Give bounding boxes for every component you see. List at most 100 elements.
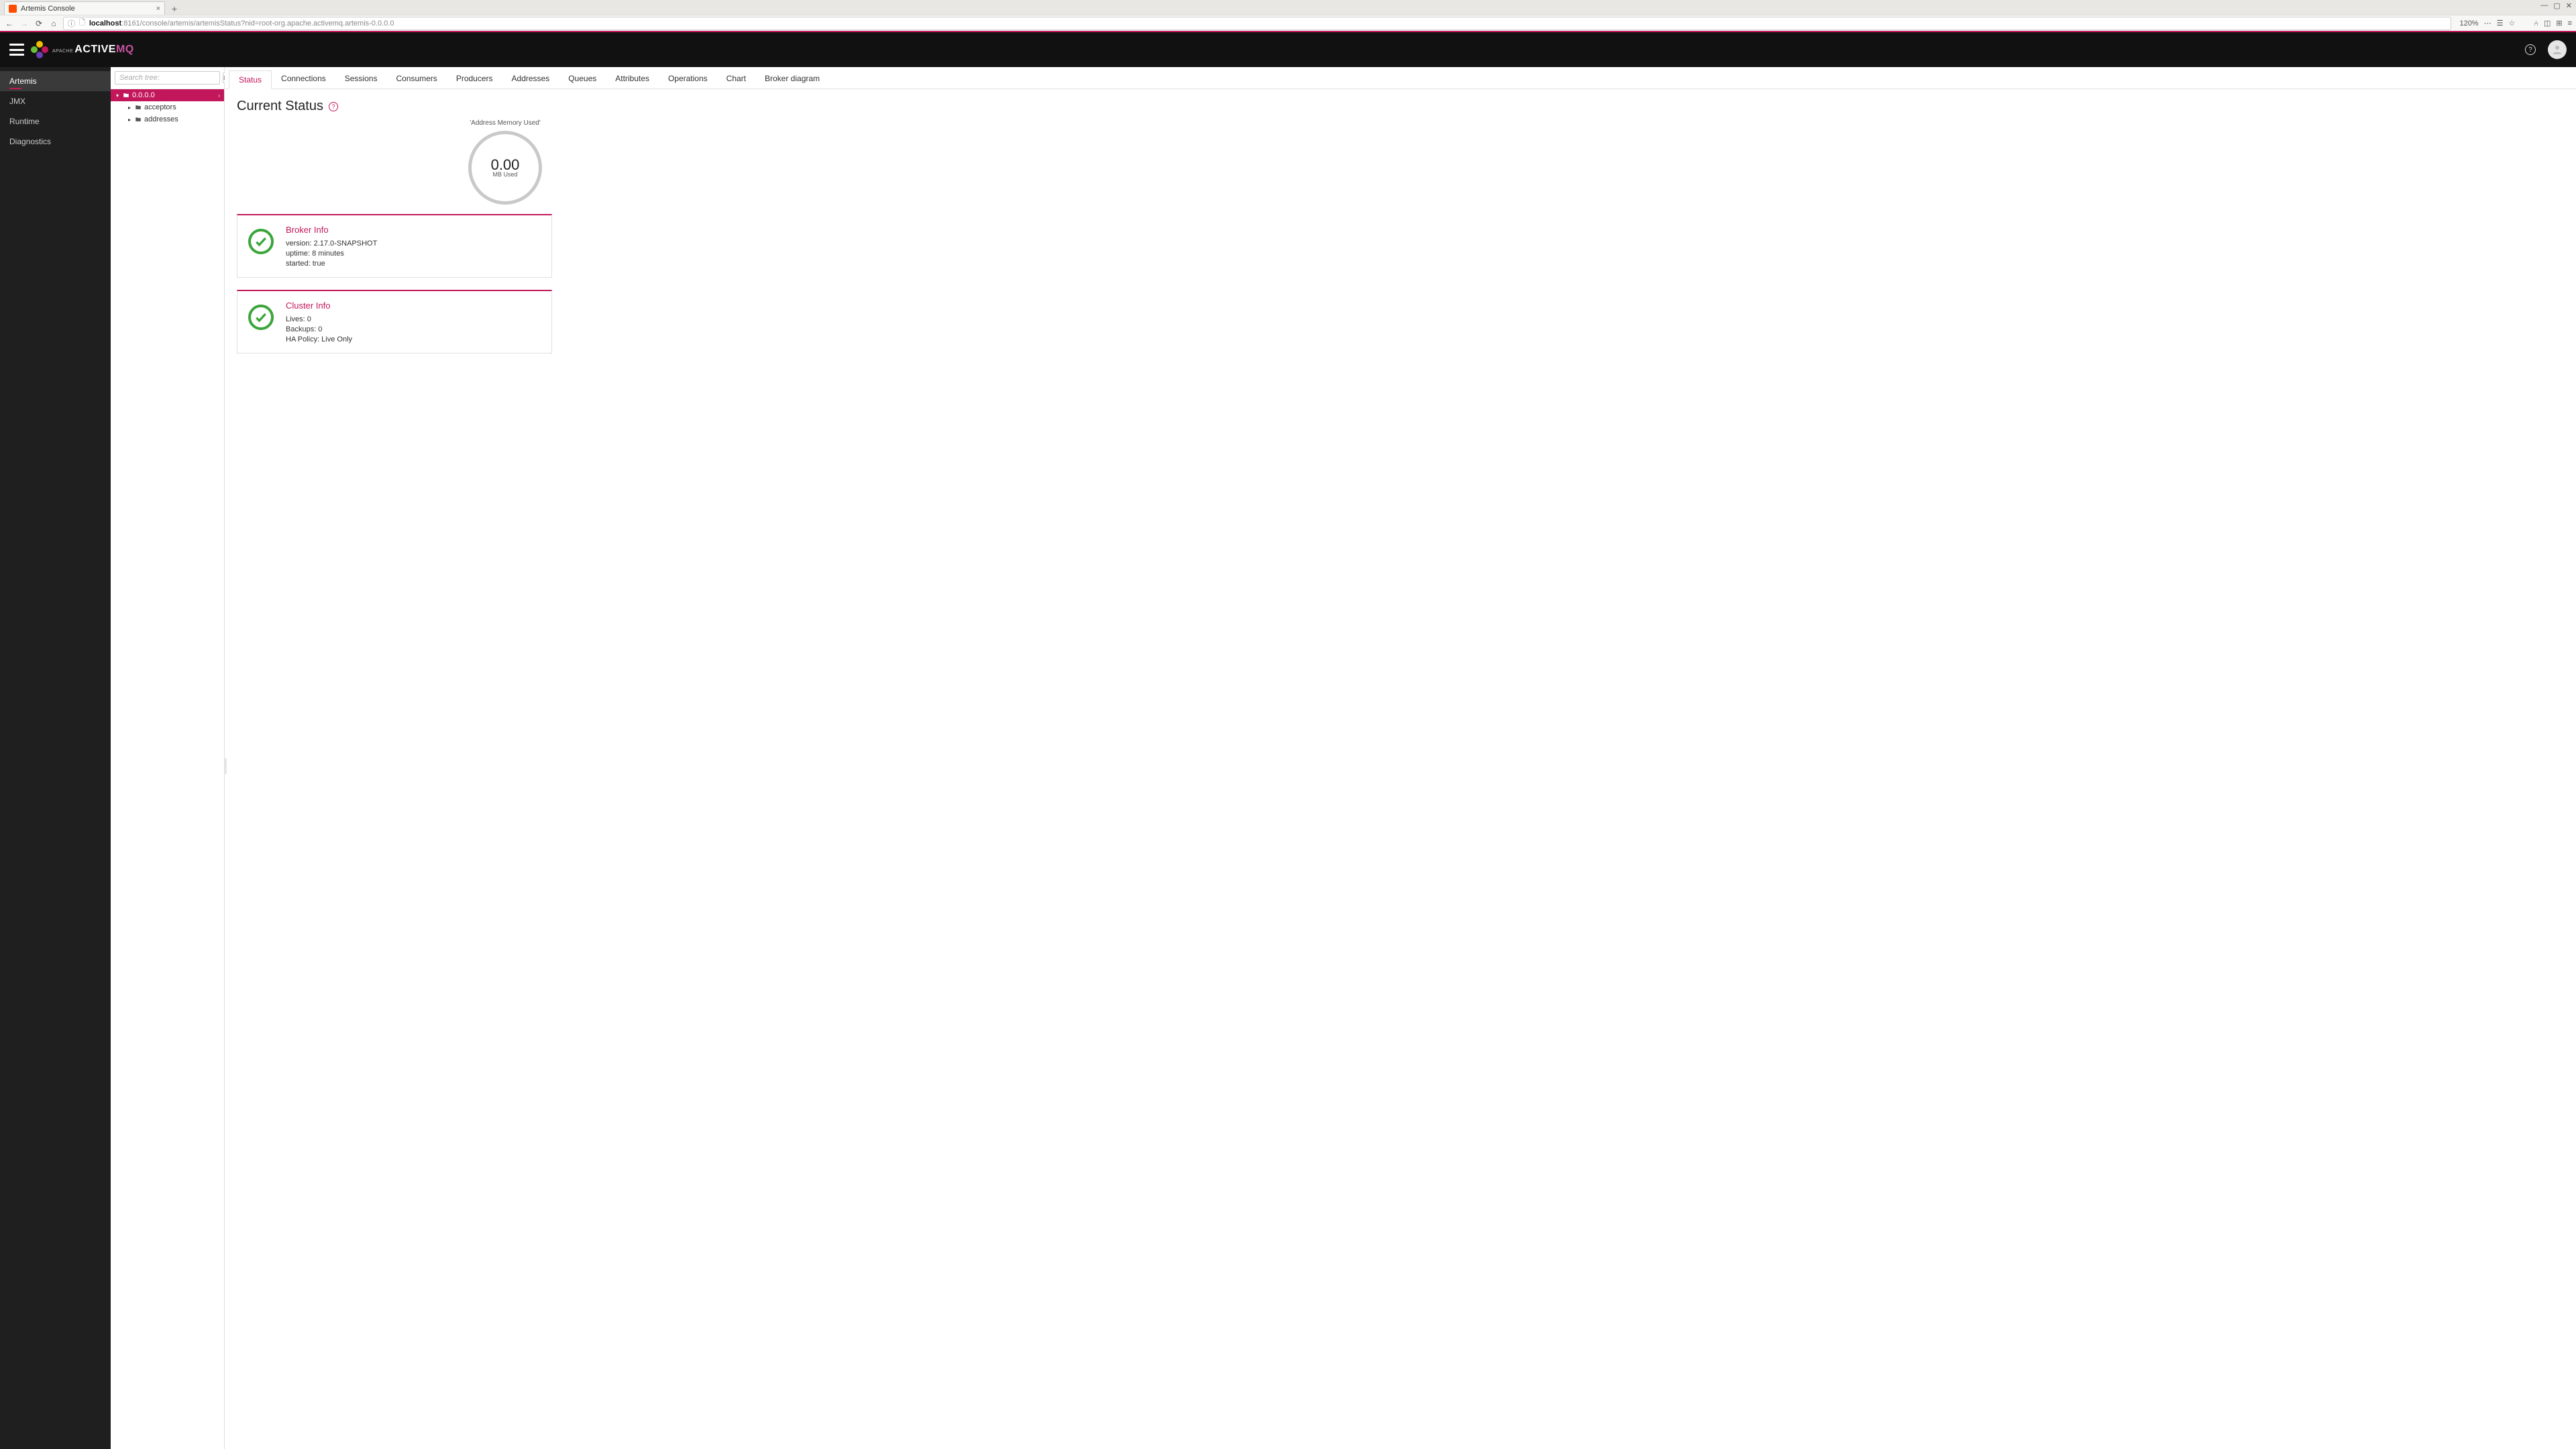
user-avatar[interactable]: [2548, 40, 2567, 59]
tab-producers[interactable]: Producers: [447, 70, 502, 89]
tab-status[interactable]: Status: [229, 70, 272, 89]
bookmark-icon[interactable]: ☆: [2508, 19, 2515, 28]
logo-mark-icon: [31, 41, 48, 58]
tab-label: Producers: [456, 74, 493, 83]
page-help-icon[interactable]: ?: [329, 102, 338, 111]
tab-broker-diagram[interactable]: Broker diagram: [755, 70, 829, 89]
nav-home-button[interactable]: ⌂: [48, 18, 59, 29]
tab-queues[interactable]: Queues: [559, 70, 606, 89]
app-menu-icon[interactable]: ≡: [2568, 19, 2572, 28]
lock-icon: 🗋: [79, 17, 85, 30]
caret-right-icon[interactable]: ▸: [127, 105, 132, 111]
broker-info-card: Broker Info version: 2.17.0-SNAPSHOT upt…: [237, 214, 552, 278]
main-content: Status Connections Sessions Consumers Pr…: [225, 67, 2576, 1449]
page-title-row: Current Status ?: [237, 99, 2564, 114]
tab-chart[interactable]: Chart: [717, 70, 755, 89]
library-icon[interactable]: ⑃: [2534, 19, 2538, 28]
nav-item-label: Diagnostics: [9, 137, 51, 146]
panel-resize-handle[interactable]: [225, 758, 227, 774]
tab-sessions[interactable]: Sessions: [335, 70, 387, 89]
page-title: Current Status: [237, 99, 323, 114]
toolbar-right: 120% ⋯ ☰ ☆ ⑃ ◫ ⊞ ≡: [2459, 19, 2572, 28]
nav-item-diagnostics[interactable]: Diagnostics: [0, 131, 111, 152]
zoom-level[interactable]: 120%: [2459, 19, 2478, 28]
tab-consumers[interactable]: Consumers: [386, 70, 446, 89]
nav-item-label: Artemis: [9, 76, 37, 86]
tree: ▾ 0.0.0.0 › ▸ acceptors ▸ addresses: [111, 89, 224, 125]
nav-item-artemis[interactable]: Artemis: [0, 71, 111, 91]
tree-node-root[interactable]: ▾ 0.0.0.0 ›: [111, 89, 224, 101]
logo: Apache ACTIVEMQ: [31, 41, 134, 58]
caret-down-icon[interactable]: ▾: [115, 93, 120, 99]
chevron-right-icon: ›: [218, 93, 220, 99]
status-page: Current Status ? 'Address Memory Used' 0…: [225, 89, 2576, 375]
sidebar-icon[interactable]: ◫: [2544, 19, 2551, 28]
help-icon[interactable]: ?: [2525, 44, 2536, 55]
logo-mq: MQ: [116, 44, 134, 56]
url-bar[interactable]: ⓘ 🗋 localhost:8161/console/artemis/artem…: [63, 17, 2451, 30]
logo-apache: Apache: [52, 49, 73, 54]
tab-attributes[interactable]: Attributes: [606, 70, 659, 89]
tab-label: Consumers: [396, 74, 437, 83]
window-maximize-icon[interactable]: ▢: [2553, 1, 2560, 10]
url-path: :8161/console/artemis/artemisStatus?nid=…: [121, 19, 394, 28]
browser-tab[interactable]: Artemis Console ×: [4, 1, 165, 15]
tree-node-addresses[interactable]: ▸ addresses: [111, 113, 224, 125]
new-tab-button[interactable]: +: [168, 3, 181, 15]
app-body: Artemis JMX Runtime Diagnostics ⊞ ⊟ ▾ 0.…: [0, 67, 2576, 1449]
favicon-icon: [9, 5, 17, 13]
window-close-icon[interactable]: ✕: [2566, 1, 2572, 10]
broker-info-title: Broker Info: [286, 225, 377, 235]
cluster-info-body: Cluster Info Lives: 0 Backups: 0 HA Poli…: [286, 301, 352, 343]
main-tabs: Status Connections Sessions Consumers Pr…: [225, 67, 2576, 89]
left-nav: Artemis JMX Runtime Diagnostics: [0, 67, 111, 1449]
tab-label: Connections: [281, 74, 326, 83]
tab-label: Status: [239, 75, 262, 85]
memory-gauge-section: 'Address Memory Used' 0.00 MB Used: [405, 119, 606, 205]
tree-node-label: addresses: [144, 115, 178, 123]
page-actions-icon[interactable]: ⋯: [2484, 19, 2491, 28]
tab-addresses[interactable]: Addresses: [502, 70, 559, 89]
logo-main: ACTIVE: [74, 44, 116, 56]
tree-search-input[interactable]: [115, 71, 220, 85]
nav-back-button[interactable]: ←: [4, 18, 15, 29]
site-info-icon[interactable]: ⓘ: [68, 18, 75, 29]
tab-connections[interactable]: Connections: [272, 70, 335, 89]
tab-strip: Artemis Console × +: [0, 0, 2576, 15]
brand: Apache ACTIVEMQ: [9, 41, 134, 58]
url-host: localhost: [89, 19, 121, 28]
nav-item-runtime[interactable]: Runtime: [0, 111, 111, 131]
hamburger-icon[interactable]: [9, 44, 24, 56]
logo-text: Apache ACTIVEMQ: [52, 44, 134, 56]
broker-version: version: 2.17.0-SNAPSHOT: [286, 239, 377, 248]
cluster-lives: Lives: 0: [286, 315, 352, 323]
broker-uptime: uptime: 8 minutes: [286, 250, 377, 258]
tree-node-label: acceptors: [144, 103, 176, 111]
app-root: Apache ACTIVEMQ ? Artemis JMX Runtime Di…: [0, 31, 2576, 1449]
extensions-icon[interactable]: ⊞: [2556, 19, 2562, 28]
tree-node-acceptors[interactable]: ▸ acceptors: [111, 101, 224, 113]
reader-mode-icon[interactable]: ☰: [2497, 19, 2504, 28]
memory-gauge: 0.00 MB Used: [468, 131, 542, 205]
folder-icon: [135, 103, 142, 111]
status-ok-icon: [248, 305, 274, 330]
tree-search-row: ⊞ ⊟: [111, 67, 224, 89]
tree-node-label: 0.0.0.0: [132, 91, 155, 99]
browser-chrome: — ▢ ✕ Artemis Console × + ← → ⟳ ⌂ ⓘ 🗋 lo…: [0, 0, 2576, 32]
tab-operations[interactable]: Operations: [659, 70, 717, 89]
tab-label: Attributes: [615, 74, 649, 83]
folder-icon: [135, 115, 142, 123]
broker-started: started: true: [286, 260, 377, 268]
tab-close-icon[interactable]: ×: [156, 5, 160, 13]
gauge-title: 'Address Memory Used': [405, 119, 606, 127]
tree-panel: ⊞ ⊟ ▾ 0.0.0.0 › ▸ acceptors ▸: [111, 67, 225, 1449]
gauge-value: 0.00: [491, 158, 520, 172]
nav-reload-button[interactable]: ⟳: [34, 18, 44, 29]
window-minimize-icon[interactable]: —: [2540, 1, 2548, 10]
nav-item-jmx[interactable]: JMX: [0, 91, 111, 111]
cluster-info-card: Cluster Info Lives: 0 Backups: 0 HA Poli…: [237, 290, 552, 354]
tab-label: Sessions: [345, 74, 378, 83]
broker-info-body: Broker Info version: 2.17.0-SNAPSHOT upt…: [286, 225, 377, 268]
browser-toolbar: ← → ⟳ ⌂ ⓘ 🗋 localhost:8161/console/artem…: [0, 15, 2576, 31]
caret-right-icon[interactable]: ▸: [127, 117, 132, 123]
